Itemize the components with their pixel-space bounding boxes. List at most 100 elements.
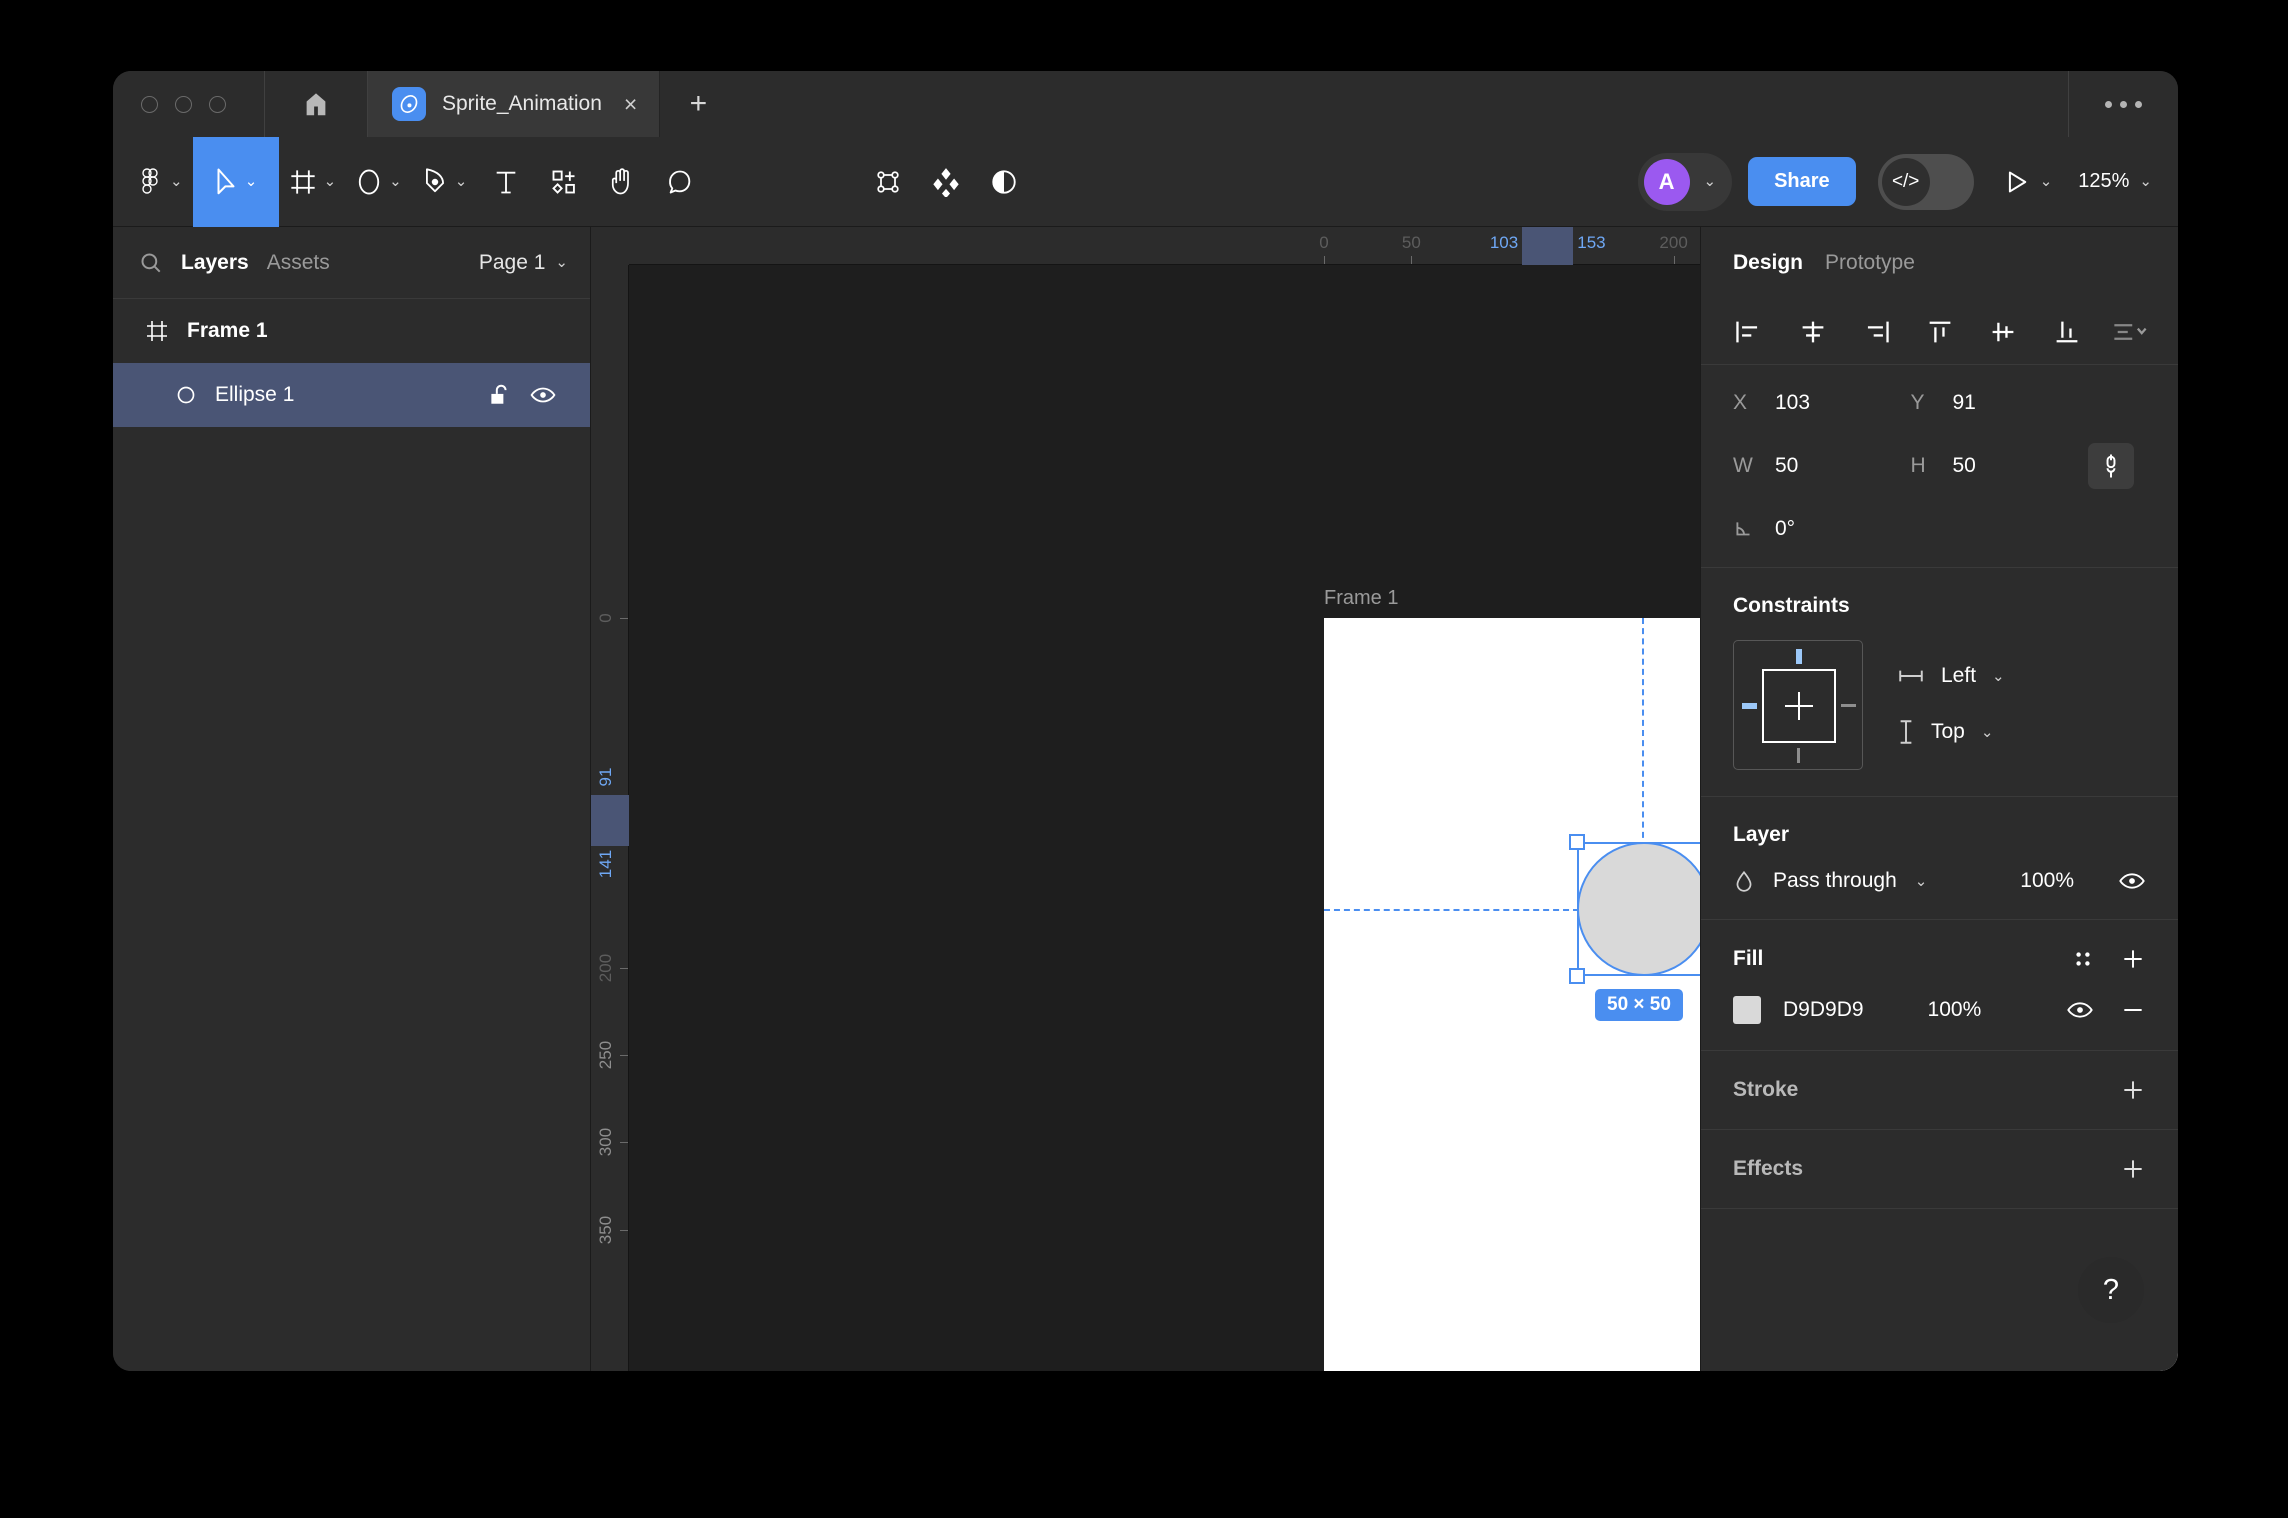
tab-design[interactable]: Design	[1733, 251, 1803, 275]
plugins-button[interactable]	[917, 137, 975, 227]
layer-row-frame[interactable]: Frame 1	[113, 299, 590, 363]
text-tool-button[interactable]	[477, 137, 535, 227]
stroke-header: Stroke	[1733, 1077, 2146, 1103]
h-value: 50	[1952, 454, 1976, 477]
eye-icon[interactable]	[2118, 871, 2146, 891]
constraint-mark-bottom[interactable]	[1797, 748, 1800, 763]
effects-header: Effects	[1733, 1156, 2146, 1182]
home-button[interactable]	[265, 71, 368, 137]
search-icon[interactable]	[139, 251, 163, 275]
resize-handle-bottom-left[interactable]	[1569, 968, 1585, 984]
rotation-field[interactable]: 0°	[1733, 517, 1911, 541]
constraint-mark-right[interactable]	[1841, 704, 1856, 707]
ruler-h-tick: 153	[1577, 233, 1606, 252]
x-field[interactable]: X 103	[1733, 391, 1911, 415]
chevron-down-icon: ⌄	[1914, 872, 1928, 890]
ruler-v-mark	[620, 618, 628, 619]
new-tab-button[interactable]: +	[660, 71, 736, 137]
comment-tool-button[interactable]	[651, 137, 709, 227]
stroke-title: Stroke	[1733, 1078, 1799, 1101]
user-avatar-group[interactable]: A ⌄	[1637, 152, 1733, 211]
chevron-down-icon[interactable]: ⌄	[2139, 174, 2152, 189]
move-tool-button[interactable]: ⌄	[192, 136, 279, 227]
blend-mode-value[interactable]: Pass through	[1773, 869, 1897, 893]
unlock-icon[interactable]	[488, 383, 510, 407]
tab-prototype[interactable]: Prototype	[1825, 251, 1915, 275]
theme-toggle-button[interactable]	[975, 137, 1033, 227]
figma-menu-button[interactable]: ⌄	[127, 137, 193, 227]
plus-icon[interactable]	[2120, 1156, 2146, 1182]
main-toolbar: ⌄ ⌄ ⌄ ⌄ ⌄ A ⌄ Share </> ⌄ 125% ⌄	[113, 136, 2178, 227]
vertical-constraint-dropdown[interactable]: Top ⌄	[1897, 718, 2005, 746]
align-top-icon[interactable]	[1918, 319, 1962, 345]
align-bottom-icon[interactable]	[2045, 319, 2089, 345]
distribute-menu-icon[interactable]	[2108, 319, 2152, 345]
help-button[interactable]: ?	[2078, 1257, 2144, 1323]
constraints-widget[interactable]	[1733, 640, 1863, 770]
more-options-button[interactable]	[2068, 71, 2178, 137]
width-field[interactable]: W 50	[1733, 454, 1911, 478]
align-horizontal-center-icon[interactable]	[1791, 319, 1835, 345]
page-selector[interactable]: Page 1 ⌄	[479, 251, 568, 275]
frame-icon	[145, 319, 169, 343]
canvas-area[interactable]: Frame 1 50 × 50 0 50 103 153 200 250 300 350 0 9…	[591, 227, 2178, 1371]
layer-name: Frame 1	[187, 319, 268, 342]
ruler-v-tick: 300	[596, 1128, 615, 1157]
ruler-v-tick: 91	[596, 767, 615, 787]
close-window-button[interactable]	[141, 95, 158, 113]
constraint-mark-top[interactable]	[1796, 649, 1802, 664]
window-tab-bar: Sprite_Animation × +	[113, 71, 2178, 137]
resize-handle-top-left[interactable]	[1569, 834, 1585, 850]
code-brackets-icon: </>	[1881, 157, 1930, 206]
tab-assets[interactable]: Assets	[267, 251, 330, 275]
minus-icon[interactable]	[2120, 997, 2146, 1023]
document-tab[interactable]: Sprite_Animation ×	[368, 71, 661, 137]
share-button[interactable]: Share	[1748, 157, 1856, 206]
tab-layers[interactable]: Layers	[181, 251, 249, 275]
frame-tool-button[interactable]: ⌄	[279, 137, 347, 227]
vertical-ruler[interactable]: 0 91 141 200 250 300 350	[591, 227, 629, 1371]
layer-actions	[488, 383, 590, 407]
frame-label[interactable]: Frame 1	[1324, 587, 1398, 610]
fill-opacity-value[interactable]: 100%	[1928, 998, 1982, 1022]
maximize-window-button[interactable]	[209, 95, 226, 113]
plus-icon[interactable]	[2120, 946, 2146, 972]
eye-icon[interactable]	[2066, 1000, 2094, 1020]
ruler-v-mark	[620, 967, 628, 969]
vertical-constraint-icon	[1897, 718, 1915, 746]
eye-icon[interactable]	[530, 385, 556, 405]
ruler-v-mark	[620, 1142, 628, 1144]
align-vertical-center-icon[interactable]	[1981, 319, 2025, 345]
chevron-down-icon: ⌄	[1980, 723, 1994, 741]
horizontal-constraint-dropdown[interactable]: Left ⌄	[1897, 664, 2005, 688]
constraint-mark-left[interactable]	[1742, 703, 1757, 709]
chevron-down-icon: ⌄	[454, 173, 468, 190]
fill-color-swatch[interactable]	[1733, 996, 1761, 1024]
align-right-icon[interactable]	[1854, 319, 1898, 345]
style-dots-icon[interactable]	[2072, 948, 2094, 970]
height-field[interactable]: H 50	[1911, 454, 2089, 478]
link-ratio-icon[interactable]	[2088, 443, 2134, 489]
layer-title: Layer	[1733, 823, 1790, 846]
zoom-level-label[interactable]: 125%	[2078, 170, 2129, 193]
present-button-group[interactable]: ⌄	[2004, 169, 2052, 195]
fill-header-actions	[2072, 946, 2146, 972]
blend-mode-icon[interactable]	[1733, 869, 1755, 893]
ruler-v-tick: 250	[596, 1040, 615, 1070]
rotation-value: 0°	[1775, 517, 1796, 540]
hand-tool-button[interactable]	[593, 137, 651, 227]
align-left-icon[interactable]	[1727, 319, 1771, 345]
horizontal-ruler[interactable]: 050103153200250300350	[591, 227, 1950, 265]
y-field[interactable]: Y 91	[1911, 391, 2089, 415]
layer-row-ellipse[interactable]: Ellipse 1	[113, 363, 590, 427]
minimize-window-button[interactable]	[175, 95, 192, 113]
close-icon[interactable]: ×	[624, 92, 637, 116]
pen-tool-button[interactable]: ⌄	[412, 137, 478, 227]
dev-mode-toggle[interactable]: </>	[1877, 153, 1974, 210]
fill-hex-value[interactable]: D9D9D9	[1783, 998, 1864, 1022]
dev-resources-button[interactable]	[859, 137, 917, 227]
shape-tool-button[interactable]: ⌄	[346, 137, 412, 227]
layer-opacity-value[interactable]: 100%	[2020, 869, 2074, 893]
resources-tool-button[interactable]	[535, 137, 593, 227]
plus-icon[interactable]	[2120, 1077, 2146, 1103]
